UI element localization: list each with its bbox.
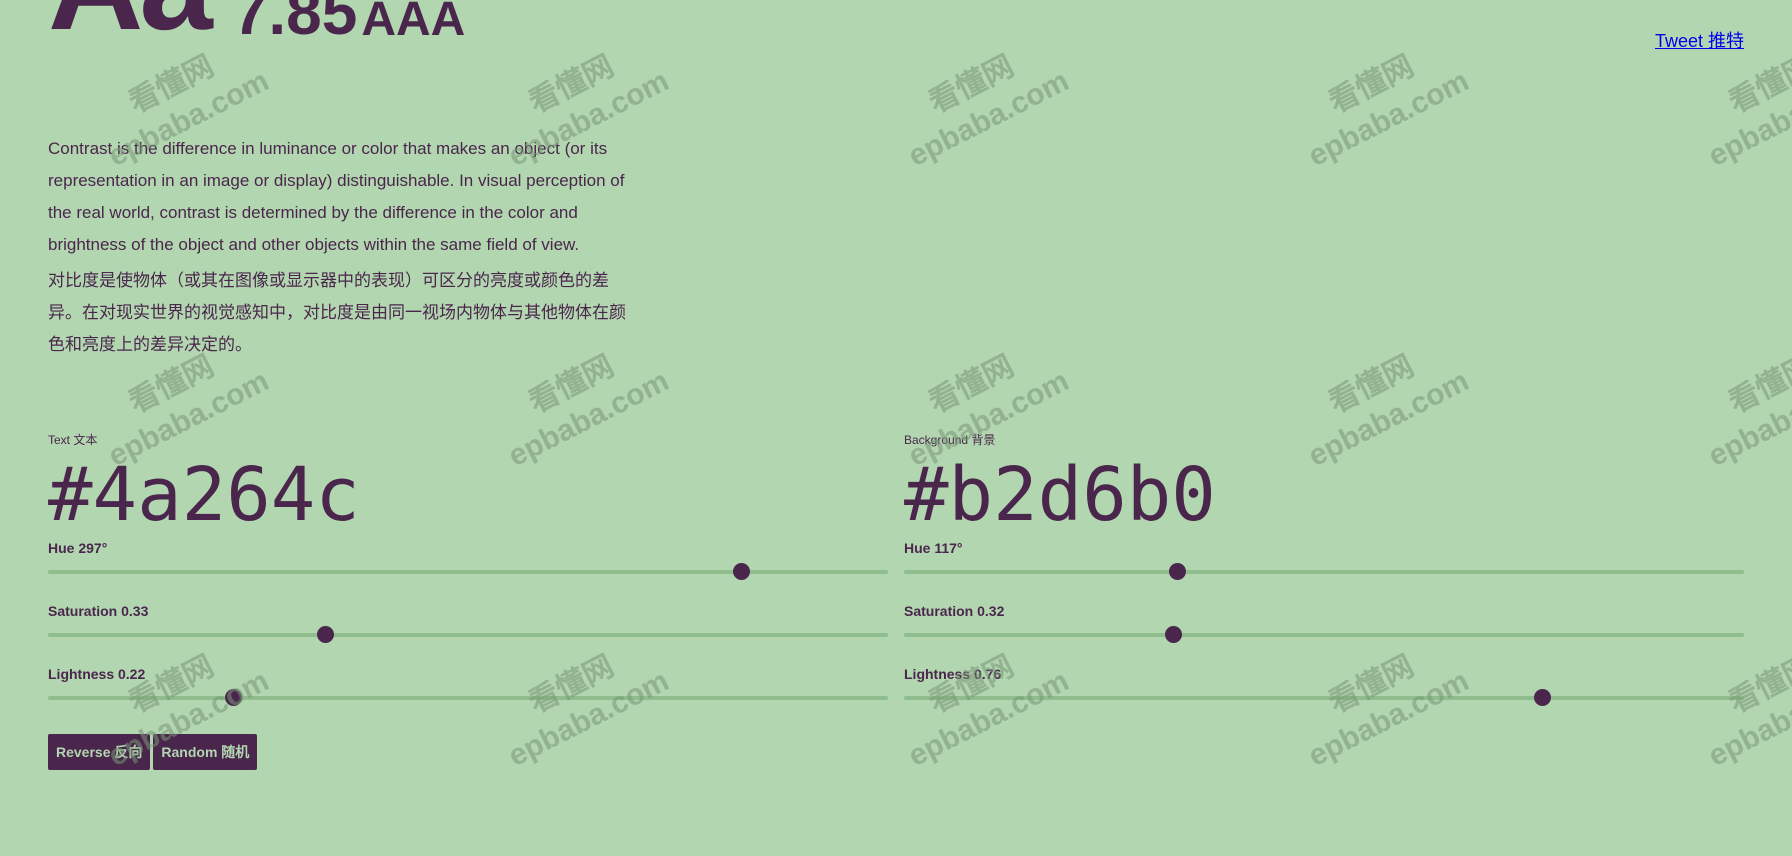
- text-hex-value[interactable]: #4a264c: [48, 458, 888, 532]
- watermark-line-2: epbaba.com: [903, 64, 1075, 174]
- description-english: Contrast is the difference in luminance …: [48, 139, 625, 254]
- text-hue-label: Hue 297°: [48, 540, 108, 556]
- watermark-line-1: 看懂网: [1723, 349, 1792, 420]
- background-saturation-label: Saturation 0.32: [904, 603, 1005, 619]
- watermark-line-1: 看懂网: [923, 49, 1019, 120]
- slider-track: [904, 570, 1744, 574]
- action-buttons: Reverse 反向 Random 随机: [48, 734, 258, 770]
- watermark-line-1: 看懂网: [923, 349, 1019, 420]
- text-lightness-control: Lightness 0.22: [48, 666, 888, 710]
- watermark-line-2: epbaba.com: [1303, 64, 1475, 174]
- reverse-button[interactable]: Reverse 反向: [48, 734, 151, 770]
- watermark-line-1: 看懂网: [1323, 349, 1419, 420]
- background-lightness-slider[interactable]: [904, 686, 1744, 710]
- watermark: 看懂网 epbaba.com: [885, 29, 1075, 176]
- background-saturation-slider[interactable]: [904, 623, 1744, 647]
- background-hue-label: Hue 117°: [904, 540, 963, 556]
- watermark-overlay: 看懂网 epbaba.com 看懂网 epbaba.com 看懂网 epbaba.com 看…: [0, 0, 1792, 856]
- slider-track: [48, 696, 888, 700]
- watermark-line-2: epbaba.com: [1703, 64, 1792, 174]
- text-hue-control: Hue 297°: [48, 540, 888, 584]
- background-saturation-control: Saturation 0.32: [904, 603, 1744, 647]
- background-hue-control: Hue 117°: [904, 540, 1744, 584]
- background-hue-slider[interactable]: [904, 560, 1744, 584]
- watermark-line-1: 看懂网: [523, 49, 619, 120]
- contrast-preview: Aa 7.85 AAA: [48, 0, 465, 50]
- slider-track: [48, 570, 888, 574]
- slider-thumb[interactable]: [317, 626, 335, 643]
- slider-track: [904, 696, 1744, 700]
- background-lightness-control: Lightness 0.76: [904, 666, 1744, 710]
- slider-thumb[interactable]: [1164, 626, 1182, 643]
- random-button[interactable]: Random 随机: [153, 734, 258, 770]
- background-color-panel: Background 背景 #b2d6b0 Hue 117° Saturatio…: [904, 432, 1744, 706]
- text-saturation-control: Saturation 0.33: [48, 603, 888, 647]
- description-chinese: 对比度是使物体（或其在图像或显示器中的表现）可区分的亮度或颜色的差异。在对现实世…: [48, 271, 626, 354]
- contrast-ratio: 7.85: [232, 0, 358, 48]
- text-lightness-label: Lightness 0.22: [48, 666, 146, 682]
- text-lightness-slider[interactable]: [48, 686, 888, 710]
- background-hex-value[interactable]: #b2d6b0: [904, 458, 1744, 532]
- background-lightness-label: Lightness 0.76: [904, 666, 1002, 682]
- watermark-line-1: 看懂网: [1323, 49, 1419, 120]
- watermark: 看懂网 epbaba.com: [1285, 29, 1475, 176]
- slider-track: [48, 633, 888, 637]
- background-color-label: Background 背景: [904, 433, 996, 447]
- wcag-level-badge: AAA: [361, 0, 466, 46]
- description: Contrast is the difference in luminance …: [48, 133, 626, 361]
- text-color-panel: Text 文本 #4a264c Hue 297° Saturation 0.33…: [48, 432, 888, 706]
- tweet-link[interactable]: Tweet 推特: [1655, 27, 1744, 53]
- text-color-label: Text 文本: [48, 433, 98, 447]
- slider-track: [904, 633, 1744, 637]
- text-hue-slider[interactable]: [48, 560, 888, 584]
- slider-thumb[interactable]: [1534, 689, 1552, 706]
- slider-thumb[interactable]: [733, 563, 750, 580]
- text-saturation-slider[interactable]: [48, 623, 888, 647]
- sample-text: Aa: [48, 0, 213, 50]
- slider-thumb[interactable]: [224, 689, 242, 706]
- slider-thumb[interactable]: [1169, 563, 1186, 580]
- text-saturation-label: Saturation 0.33: [48, 603, 149, 619]
